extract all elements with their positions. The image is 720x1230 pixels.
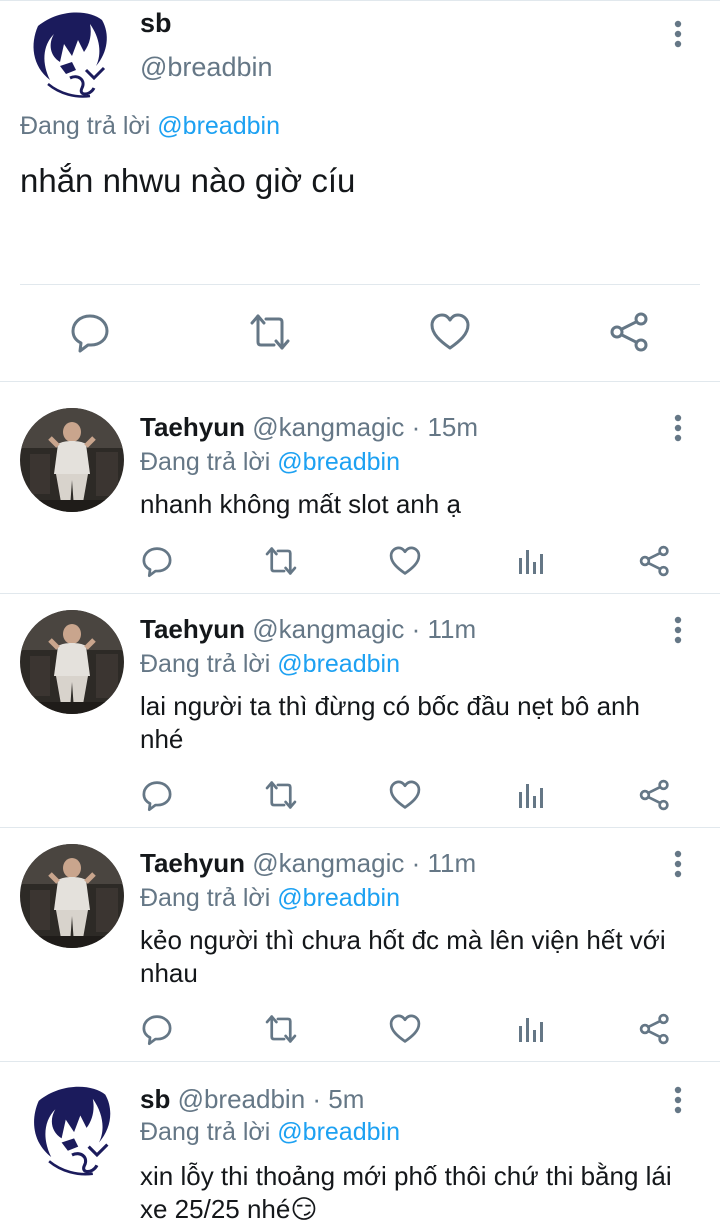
more-vertical-icon[interactable] [664,848,692,880]
analytics-icon[interactable] [514,544,548,578]
share-icon[interactable] [638,1012,672,1046]
tweet-header: Taehyun @kangmagic · 11m [140,614,476,645]
replying-to: Đang trả lời @breadbin [140,884,400,913]
replying-to-label: Đang trả lời [140,884,271,912]
display-name[interactable]: Taehyun [140,848,245,878]
tweet-text: xin lỗy thi thoảng mới phố thôi chứ thi … [140,1161,672,1224]
analytics-icon[interactable] [514,1012,548,1046]
avatar[interactable] [20,610,124,714]
reply-icon[interactable] [140,1012,174,1046]
retweet-icon[interactable] [264,1012,298,1046]
retweet-icon[interactable] [264,544,298,578]
tweet-header: Taehyun @kangmagic · 15m [140,412,478,443]
reply-tweet[interactable]: Taehyun @kangmagic · 15m Đang trả lời @b… [0,382,720,594]
replying-to: Đang trả lời @breadbin [20,112,280,141]
more-vertical-icon[interactable] [664,412,692,444]
like-icon[interactable] [388,544,422,578]
tweet-text: nhanh không mất slot anh ạ [140,489,461,519]
avatar[interactable] [20,844,124,948]
replying-to-link[interactable]: @breadbin [277,448,400,476]
more-vertical-icon[interactable] [664,18,692,50]
replying-to-link[interactable]: @breadbin [157,112,280,140]
analytics-icon[interactable] [514,778,548,812]
replying-to-link[interactable]: @breadbin [277,884,400,912]
more-vertical-icon[interactable] [664,1084,692,1116]
reply-icon[interactable] [140,778,174,812]
user-handle[interactable]: @breadbin [140,52,273,83]
replying-to-label: Đang trả lời [140,650,271,678]
handle-time[interactable]: @kangmagic · 11m [252,614,476,644]
share-icon[interactable] [638,544,672,578]
replying-to: Đang trả lời @breadbin [140,1118,400,1147]
replying-to-label: Đang trả lời [140,1118,271,1146]
tweet-text: kẻo người thì chưa hốt đc mà lên viện hế… [140,925,666,988]
reply-tweet[interactable]: Taehyun @kangmagic · 11m Đang trả lời @b… [0,828,720,1062]
avatar[interactable] [20,408,124,512]
replying-to: Đang trả lời @breadbin [140,448,400,477]
focused-tweet: sb @breadbin Đang trả lời @breadbin nhắn… [0,0,720,382]
tweet-text: lai người ta thì đừng có bốc đầu nẹt bô … [140,691,640,754]
handle-time[interactable]: @kangmagic · 15m [252,412,478,442]
reply-icon[interactable] [68,310,112,354]
display-name[interactable]: sb [140,8,172,39]
retweet-icon[interactable] [264,778,298,812]
reply-tweet[interactable]: Taehyun @kangmagic · 11m Đang trả lời @b… [0,594,720,828]
like-icon[interactable] [388,778,422,812]
like-icon[interactable] [428,310,472,354]
replying-to-label: Đang trả lời [20,112,151,140]
avatar[interactable] [20,1078,124,1182]
share-icon[interactable] [638,778,672,812]
reply-icon[interactable] [140,544,174,578]
avatar[interactable] [20,4,120,104]
handle-time[interactable]: @kangmagic · 11m [252,848,476,878]
tweet-header: sb @breadbin · 5m [140,1084,364,1115]
replying-to-link[interactable]: @breadbin [277,1118,400,1146]
tweet-header: Taehyun @kangmagic · 11m [140,848,476,879]
divider [20,284,700,285]
reply-tweet[interactable]: sb @breadbin · 5m Đang trả lời @breadbin… [0,1062,720,1230]
handle-time[interactable]: @breadbin · 5m [178,1084,365,1114]
display-name[interactable]: sb [140,1084,170,1114]
replying-to-link[interactable]: @breadbin [277,650,400,678]
display-name[interactable]: Taehyun [140,412,245,442]
like-icon[interactable] [388,1012,422,1046]
retweet-icon[interactable] [248,310,292,354]
replying-to: Đang trả lời @breadbin [140,650,400,679]
display-name[interactable]: Taehyun [140,614,245,644]
tweet-text: nhắn nhwu nào giờ cíu [20,162,356,199]
replying-to-label: Đang trả lời [140,448,271,476]
more-vertical-icon[interactable] [664,614,692,646]
share-icon[interactable] [608,310,652,354]
